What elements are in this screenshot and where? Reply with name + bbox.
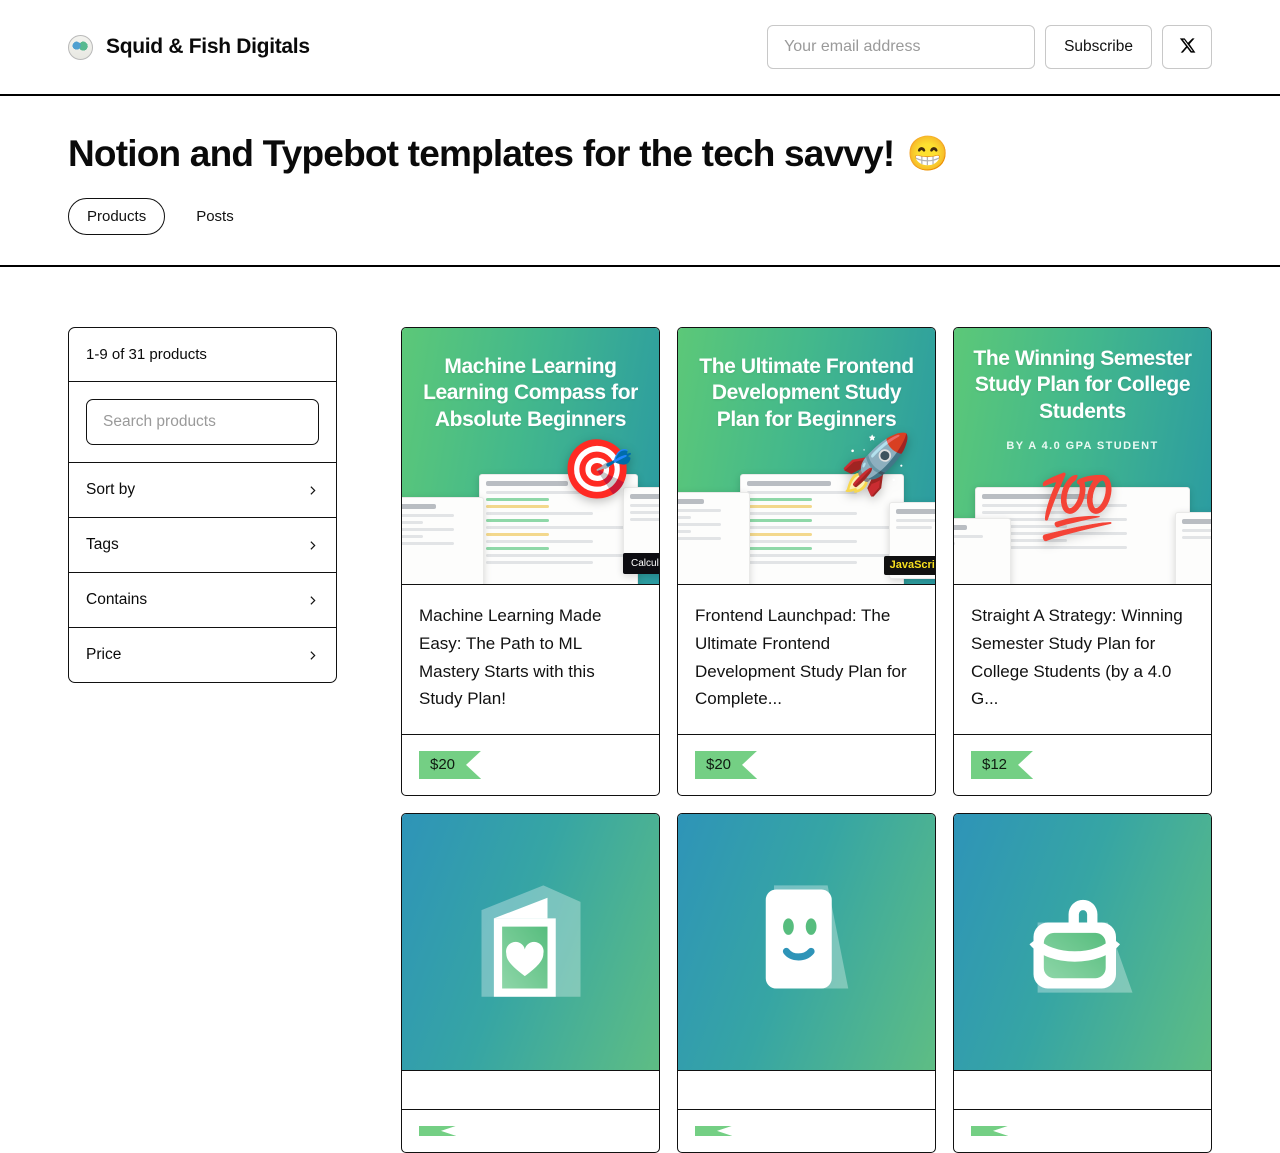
price-badge: $12 <box>971 750 1034 779</box>
product-thumbnail: Machine Learning Learning Compass for Ab… <box>402 328 659 586</box>
product-title-area <box>402 1071 659 1110</box>
filter-sidebar: 1-9 of 31 products Sort by Tags Contains… <box>68 327 337 684</box>
calculus-badge: Calculus <box>623 553 659 575</box>
subscribe-button[interactable]: Subscribe <box>1045 25 1152 69</box>
notion-mock <box>1175 512 1211 585</box>
hundred-points-emoji-icon: 💯 <box>1038 472 1116 542</box>
product-grid: Machine Learning Learning Compass for Ab… <box>401 327 1212 1153</box>
product-card[interactable]: The Ultimate Frontend Development Study … <box>677 327 936 796</box>
cover-placeholder <box>678 813 935 1070</box>
briefcase-icon <box>1017 873 1149 1010</box>
product-card[interactable] <box>677 812 936 1153</box>
cover-title: The Ultimate Frontend Development Study … <box>699 355 914 431</box>
chevron-right-icon <box>306 539 319 552</box>
tab-bar: Products Posts <box>68 184 1212 265</box>
filter-label: Tags <box>86 536 119 554</box>
product-title: Machine Learning Made Easy: The Path to … <box>419 606 602 709</box>
page-head: Notion and Typebot templates for the tec… <box>0 96 1280 268</box>
filter-contains[interactable]: Contains <box>69 573 336 629</box>
header-actions: Subscribe <box>767 25 1212 69</box>
search-container <box>69 382 336 464</box>
price-badge: $20 <box>695 750 758 779</box>
price-badge: $20 <box>419 750 482 779</box>
product-thumbnail <box>402 813 659 1071</box>
rocket-emoji-icon: 🚀 <box>839 431 913 497</box>
filter-label: Price <box>86 646 122 664</box>
product-title-area <box>678 1071 935 1110</box>
notion-mock <box>678 491 750 585</box>
product-footer: $20 <box>402 735 659 795</box>
cover-placeholder <box>402 813 659 1070</box>
chevron-right-icon <box>306 594 319 607</box>
product-title-area: Straight A Strategy: Winning Semester St… <box>954 585 1211 735</box>
brand-name: Squid & Fish Digitals <box>106 35 310 58</box>
chevron-right-icon <box>306 484 319 497</box>
filter-label: Contains <box>86 591 148 609</box>
chevron-right-icon <box>306 649 319 662</box>
site-header: Squid & Fish Digitals Subscribe <box>0 0 1280 96</box>
javascript-badge: JavaScript <box>883 555 935 575</box>
product-footer <box>954 1110 1211 1152</box>
tab-products[interactable]: Products <box>68 198 166 236</box>
product-card[interactable]: The Winning Semester Study Plan for Coll… <box>953 327 1212 796</box>
product-card[interactable] <box>401 812 660 1153</box>
notion-mock <box>954 517 1011 585</box>
cover-subtitle: BY A 4.0 GPA STUDENT <box>1006 440 1159 453</box>
email-field[interactable] <box>767 25 1036 69</box>
product-footer <box>402 1110 659 1152</box>
product-title-area: Frontend Launchpad: The Ultimate Fronten… <box>678 585 935 735</box>
squid-fish-avatar-icon <box>68 34 93 60</box>
product-footer: $12 <box>954 735 1211 795</box>
product-thumbnail <box>954 813 1211 1071</box>
grinning-face-emoji-icon: 😁 <box>906 135 948 174</box>
product-card[interactable]: Machine Learning Learning Compass for Ab… <box>401 327 660 796</box>
card-heart-icon <box>465 873 597 1010</box>
cover-artwork: Machine Learning Learning Compass for Ab… <box>402 328 659 585</box>
cover-artwork: The Winning Semester Study Plan for Coll… <box>954 328 1211 585</box>
product-card[interactable] <box>953 812 1212 1153</box>
product-footer <box>678 1110 935 1152</box>
filter-sort-by[interactable]: Sort by <box>69 463 336 519</box>
content-area: 1-9 of 31 products Sort by Tags Contains… <box>0 267 1280 1153</box>
product-title: Frontend Launchpad: The Ultimate Fronten… <box>695 606 907 709</box>
product-title-area <box>954 1071 1211 1110</box>
filter-tags[interactable]: Tags <box>69 518 336 574</box>
search-products-input[interactable] <box>86 399 319 446</box>
brand[interactable]: Squid & Fish Digitals <box>68 34 310 60</box>
filter-price[interactable]: Price <box>69 628 336 682</box>
product-thumbnail <box>678 813 935 1071</box>
filter-label: Sort by <box>86 481 136 499</box>
price-badge <box>695 1125 732 1136</box>
product-count-label: 1-9 of 31 products <box>69 328 336 383</box>
tab-posts[interactable]: Posts <box>177 198 253 235</box>
price-badge <box>971 1125 1008 1136</box>
x-twitter-link-button[interactable] <box>1162 25 1212 69</box>
cover-title: Machine Learning Learning Compass for Ab… <box>423 355 638 431</box>
product-title-area: Machine Learning Made Easy: The Path to … <box>402 585 659 735</box>
smiley-note-icon <box>741 873 873 1010</box>
page-title-text: Notion and Typebot templates for the tec… <box>68 133 895 174</box>
x-twitter-icon <box>1179 37 1196 57</box>
cover-artwork: The Ultimate Frontend Development Study … <box>678 328 935 585</box>
product-thumbnail: The Ultimate Frontend Development Study … <box>678 328 935 586</box>
notion-mock <box>402 497 485 585</box>
product-thumbnail: The Winning Semester Study Plan for Coll… <box>954 328 1211 586</box>
cover-placeholder <box>954 813 1211 1070</box>
target-emoji-icon: 🎯 <box>561 436 634 502</box>
product-title: Straight A Strategy: Winning Semester St… <box>971 606 1183 709</box>
cover-title: The Winning Semester Study Plan for Coll… <box>973 347 1192 423</box>
price-badge <box>419 1125 456 1136</box>
page-title: Notion and Typebot templates for the tec… <box>68 130 1212 178</box>
product-footer: $20 <box>678 735 935 795</box>
